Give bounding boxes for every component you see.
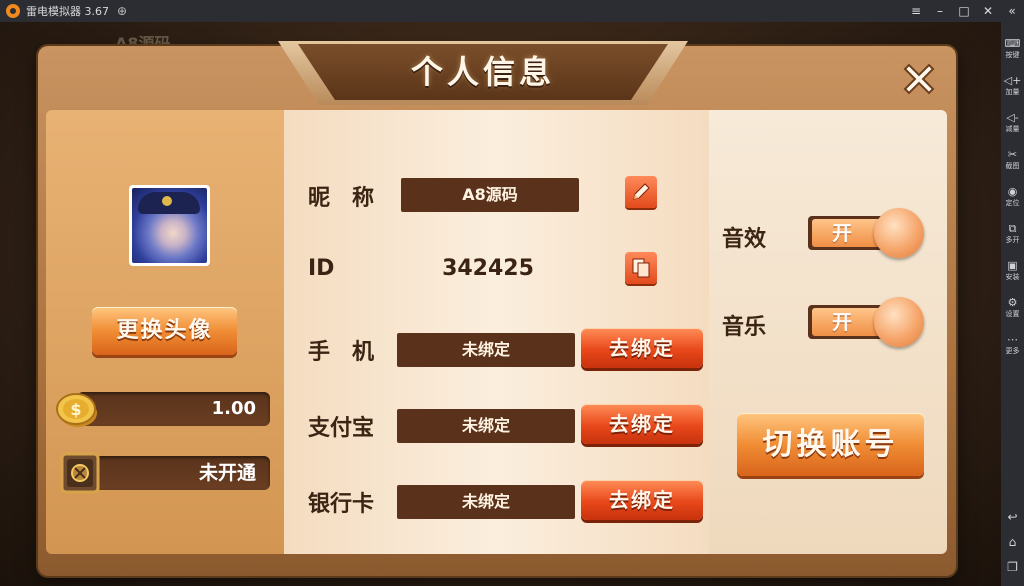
sidebar-label: 加量 xyxy=(1005,87,1020,96)
minimize-button[interactable]: – xyxy=(928,0,952,22)
alipay-field: 未绑定 xyxy=(397,409,575,443)
scissors-icon: ✂ xyxy=(1007,147,1018,161)
sound-effects-label: 音效 xyxy=(722,227,767,252)
volume-up-icon: ◁+ xyxy=(1003,73,1022,87)
id-label: ID xyxy=(308,256,335,281)
sidebar-label: 设置 xyxy=(1005,309,1020,318)
collapse-sidebar-button[interactable]: « xyxy=(1000,0,1024,22)
bank-card-field: 未绑定 xyxy=(397,485,575,519)
emulator-sidebar: ⌨ 按键 ◁+ 加量 ◁- 减量 ✂ 截图 ◉ 定位 ⧉ 多开 ▣ 安装 ⚙ 设置 ⋯ 更多 ↩ … xyxy=(1001,22,1024,586)
android-nav: ↩ ⌂ ❐ xyxy=(1007,505,1018,580)
edit-nickname-button[interactable] xyxy=(625,176,657,208)
volume-down-icon: ◁- xyxy=(1006,110,1019,124)
nickname-field: A8源码 xyxy=(401,178,579,212)
maximize-button[interactable]: □ xyxy=(952,0,976,22)
sidebar-item-settings[interactable]: ⚙ 设置 xyxy=(1001,289,1024,326)
sidebar-label: 定位 xyxy=(1005,198,1020,207)
sidebar-label: 按键 xyxy=(1005,50,1020,59)
dialog-title: 个人信息 xyxy=(410,53,555,91)
emulator-logo-icon xyxy=(6,4,20,18)
sidebar-label: 更多 xyxy=(1005,346,1020,355)
safe-status: 未开通 xyxy=(85,456,270,490)
close-icon xyxy=(903,63,935,95)
bank-card-label: 银行卡 xyxy=(308,492,375,517)
id-value: 342425 xyxy=(442,256,534,281)
coin-balance: 1.00 xyxy=(77,392,270,426)
bind-alipay-button[interactable]: 去绑定 xyxy=(581,404,703,444)
location-icon: ◉ xyxy=(1007,184,1018,198)
install-icon: ▣ xyxy=(1007,258,1018,272)
sidebar-item-volume-up[interactable]: ◁+ 加量 xyxy=(1001,67,1024,104)
sidebar-item-screenshot[interactable]: ✂ 截图 xyxy=(1001,141,1024,178)
phone-label: 手 机 xyxy=(308,340,375,365)
sidebar-item-keyboard[interactable]: ⌨ 按键 xyxy=(1001,30,1024,67)
bind-phone-button[interactable]: 去绑定 xyxy=(581,328,703,368)
sidebar-label: 截图 xyxy=(1005,161,1020,170)
bind-bank-card-button[interactable]: 去绑定 xyxy=(581,480,703,520)
svg-text:$: $ xyxy=(70,400,81,419)
keyboard-icon: ⌨ xyxy=(1004,36,1021,50)
home-icon[interactable]: ⌂ xyxy=(1009,530,1017,555)
avatar-image xyxy=(132,188,207,263)
alipay-label: 支付宝 xyxy=(308,416,375,441)
gear-icon: ⚙ xyxy=(1007,295,1018,309)
sidebar-item-location[interactable]: ◉ 定位 xyxy=(1001,178,1024,215)
emulator-titlebar: 雷电模拟器 3.67 ⊕ ≡ – □ ✕ « xyxy=(0,0,1024,22)
back-icon[interactable]: ↩ xyxy=(1007,505,1017,530)
toggle-knob xyxy=(874,208,924,258)
gamepad-icon[interactable]: ⊕ xyxy=(117,4,127,18)
phone-field: 未绑定 xyxy=(397,333,575,367)
sidebar-label: 安装 xyxy=(1005,272,1020,281)
toggle-knob xyxy=(874,297,924,347)
change-avatar-button[interactable]: 更换头像 xyxy=(92,307,237,355)
toggle-on-label: 开 xyxy=(812,219,882,247)
coin-icon: $ xyxy=(56,393,97,427)
more-icon: ⋯ xyxy=(1007,332,1018,346)
toggle-on-label: 开 xyxy=(812,308,882,336)
window-controls: ≡ – □ ✕ « xyxy=(904,0,1024,22)
sidebar-item-more[interactable]: ⋯ 更多 xyxy=(1001,326,1024,363)
switch-account-button[interactable]: 切换账号 xyxy=(737,413,924,476)
menu-button[interactable]: ≡ xyxy=(904,0,928,22)
copy-id-button[interactable] xyxy=(625,252,657,284)
safe-icon xyxy=(60,452,100,494)
sidebar-label: 减量 xyxy=(1005,124,1020,133)
sound-effects-toggle[interactable]: 开 xyxy=(808,208,924,258)
avatar[interactable] xyxy=(129,185,210,266)
sidebar-label: 多开 xyxy=(1005,235,1020,244)
music-label: 音乐 xyxy=(722,315,767,340)
close-window-button[interactable]: ✕ xyxy=(976,0,1000,22)
sidebar-item-install[interactable]: ▣ 安装 xyxy=(1001,252,1024,289)
close-button[interactable] xyxy=(896,56,942,102)
music-toggle[interactable]: 开 xyxy=(808,297,924,347)
multi-open-icon: ⧉ xyxy=(1008,221,1017,235)
copy-icon xyxy=(632,258,650,278)
pencil-icon xyxy=(633,183,650,200)
sidebar-item-volume-down[interactable]: ◁- 减量 xyxy=(1001,104,1024,141)
emulator-title: 雷电模拟器 3.67 xyxy=(26,5,109,18)
sidebar-item-multi[interactable]: ⧉ 多开 xyxy=(1001,215,1024,252)
recents-icon[interactable]: ❐ xyxy=(1007,555,1018,580)
nickname-label: 昵 称 xyxy=(308,186,375,211)
